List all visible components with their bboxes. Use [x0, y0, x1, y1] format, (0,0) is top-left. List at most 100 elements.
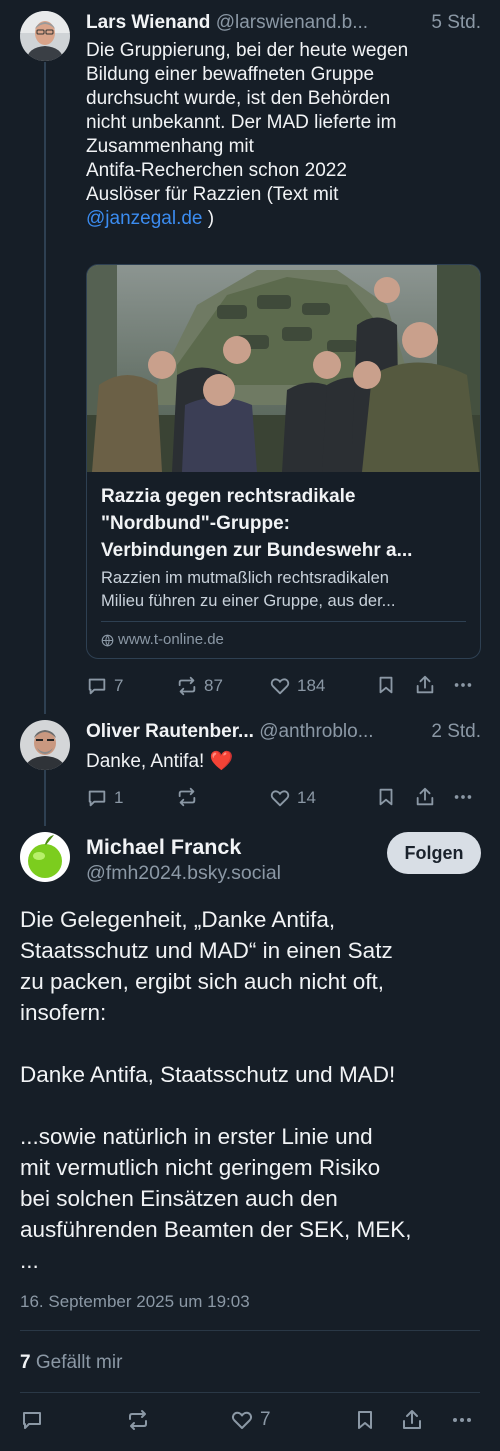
- post-text: Danke, Antifa! ❤️: [86, 751, 234, 772]
- heart-icon: [231, 1411, 253, 1429]
- text-line: ...sowie natürlich in erster Linie und: [20, 1124, 373, 1149]
- card-title-line: Verbindungen zur Bundeswehr a...: [101, 540, 413, 561]
- like-count: 14: [297, 788, 316, 807]
- author-name[interactable]: Lars Wienand: [86, 12, 210, 33]
- post-text: Die Gruppierung, bei der heute wegen Bil…: [86, 39, 481, 231]
- text-line: nicht unbekannt. Der MAD lieferte im: [86, 112, 397, 133]
- repost-icon: [178, 676, 196, 696]
- like-count: 7: [260, 1409, 271, 1430]
- like-button[interactable]: 14: [269, 786, 316, 810]
- share-button[interactable]: [414, 674, 436, 696]
- main-post-text: Die Gelegenheit, „Danke Antifa, Staatssc…: [20, 904, 482, 1276]
- author-handle[interactable]: @fmh2024.bsky.social: [86, 860, 376, 886]
- paragraph: ...sowie natürlich in erster Linie und m…: [20, 1121, 482, 1276]
- avatar-oliver-rautenberg[interactable]: [20, 720, 70, 770]
- text-line: Die Gelegenheit, „Danke Antifa,: [20, 907, 336, 932]
- text-line: insofern:: [20, 1000, 107, 1025]
- author-handle[interactable]: @larswienand.b...: [216, 12, 368, 33]
- text-line: Die Gruppierung, bei der heute wegen: [86, 40, 409, 61]
- bookmark-button[interactable]: [353, 1408, 377, 1432]
- follow-button[interactable]: Folgen: [387, 832, 481, 874]
- heart-icon: [270, 790, 290, 807]
- text-line: @janzegal.de ): [86, 207, 481, 231]
- like-button[interactable]: 184: [269, 674, 325, 698]
- text-line: Auslöser für Razzien (Text mit: [86, 184, 339, 205]
- card-domain: www.t-online.de: [101, 630, 224, 650]
- card-title-line: Razzia gegen rechtsradikale: [101, 486, 356, 507]
- author-name[interactable]: Oliver Rautenber...: [86, 721, 254, 742]
- globe-icon: [101, 634, 114, 647]
- text-line: ausführenden Beamten der SEK, MEK,: [20, 1217, 412, 1242]
- text-line: Danke Antifa, Staatsschutz und MAD!: [20, 1062, 396, 1087]
- main-post-actions: 7: [20, 1408, 480, 1438]
- more-options-button[interactable]: [452, 786, 474, 808]
- card-desc-line: Razzien im mutmaßlich rechtsradikalen: [101, 569, 389, 587]
- reply-icon: [88, 678, 106, 695]
- link-preview-card[interactable]: Razzia gegen rechtsradikale "Nordbund"-G…: [86, 264, 481, 659]
- card-domain-text: www.t-online.de: [118, 631, 224, 648]
- likes-summary[interactable]: 7 Gefällt mir: [20, 1352, 122, 1374]
- share-button[interactable]: [414, 786, 436, 808]
- text-line: Antifa-Recherchen schon 2022: [86, 160, 347, 181]
- likes-count: 7: [20, 1352, 31, 1373]
- repost-button[interactable]: 87: [176, 674, 223, 698]
- more-icon: [453, 1418, 471, 1422]
- author-handle[interactable]: @anthroblo...: [259, 721, 373, 742]
- post-actions: 1 14: [86, 786, 481, 810]
- post-date: 16. September 2025 um 19:03: [20, 1292, 250, 1311]
- text-line: durchsucht wurde, ist den Behörden: [86, 88, 391, 109]
- heart-icon: [270, 678, 290, 695]
- post-actions: 7 87 184: [86, 674, 481, 698]
- share-icon: [416, 675, 434, 694]
- avatar-lars-wienand[interactable]: [20, 11, 70, 61]
- repost-icon: [129, 1410, 147, 1430]
- more-options-button[interactable]: [452, 674, 474, 696]
- author-name[interactable]: Michael Franck: [86, 834, 376, 860]
- avatar-michael-franck[interactable]: [20, 832, 70, 882]
- divider: [101, 621, 466, 622]
- reply-count: 7: [114, 676, 124, 695]
- likes-label: Gefällt mir: [35, 1352, 123, 1373]
- more-icon: [454, 795, 472, 799]
- post-time[interactable]: 5 Std.: [431, 11, 481, 35]
- reply-button[interactable]: 1: [86, 786, 123, 810]
- share-icon: [403, 1410, 421, 1429]
- post-header: Oliver Rautenber... @anthroblo... 2 Std.: [86, 720, 481, 744]
- reply-button[interactable]: [20, 1408, 44, 1432]
- reply-icon: [88, 790, 106, 807]
- divider: [20, 1392, 480, 1393]
- bookmark-button[interactable]: [375, 786, 397, 808]
- like-button[interactable]: 7: [230, 1408, 271, 1432]
- text-line: zu packen, ergibt sich auch nicht oft,: [20, 969, 384, 994]
- thread-line: [44, 62, 46, 714]
- more-icon: [454, 683, 472, 687]
- repost-button[interactable]: [126, 1408, 150, 1432]
- paragraph: Die Gelegenheit, „Danke Antifa, Staatssc…: [20, 904, 482, 1028]
- bookmark-icon: [379, 788, 393, 806]
- card-title: Razzia gegen rechtsradikale "Nordbund"-G…: [101, 483, 471, 564]
- divider: [20, 1330, 480, 1331]
- text-line: Staatsschutz und MAD“ in einen Satz: [20, 938, 393, 963]
- card-image: [87, 265, 480, 472]
- share-button[interactable]: [400, 1408, 424, 1432]
- more-options-button[interactable]: [450, 1408, 474, 1432]
- card-desc-line: Milieu führen zu einer Gruppe, aus der..…: [101, 592, 396, 610]
- repost-button[interactable]: [176, 786, 204, 808]
- text-line: bei solchen Einsätzen auch den: [20, 1186, 338, 1211]
- text-line: ...: [20, 1248, 39, 1273]
- share-icon: [416, 787, 434, 806]
- post-time[interactable]: 2 Std.: [431, 720, 481, 744]
- repost-count: 87: [204, 676, 223, 695]
- mention-link[interactable]: @janzegal.de: [86, 208, 202, 229]
- text-line: Zusammenhang mit: [86, 136, 254, 157]
- bookmark-icon: [358, 1411, 372, 1429]
- post-header: Lars Wienand @larswienand.b... 5 Std.: [86, 11, 481, 35]
- repost-icon: [178, 787, 196, 807]
- text-fragment: ): [202, 208, 215, 229]
- reply-button[interactable]: 7: [86, 674, 123, 698]
- bookmark-button[interactable]: [375, 674, 397, 696]
- text-line: mit vermutlich nicht geringem Risiko: [20, 1155, 381, 1180]
- card-title-line: "Nordbund"-Gruppe:: [101, 513, 290, 534]
- reply-count: 1: [114, 788, 124, 807]
- bookmark-icon: [379, 676, 393, 694]
